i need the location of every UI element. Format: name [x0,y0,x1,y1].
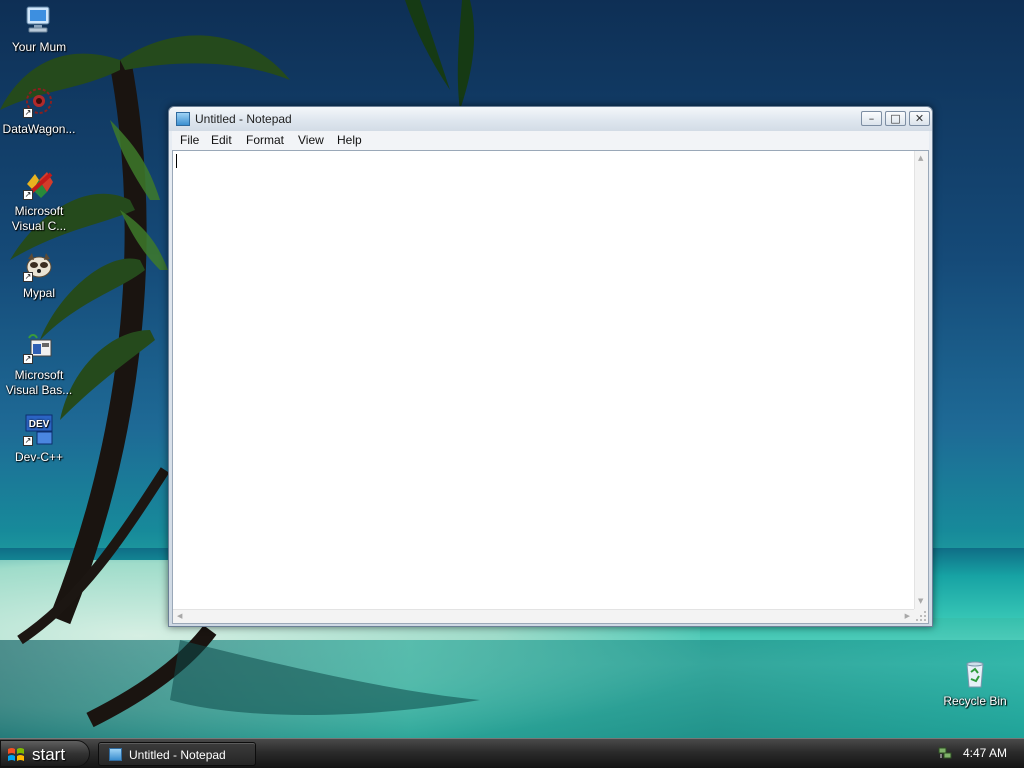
datawagon-icon: ↗ [23,86,55,118]
notepad-window[interactable]: Untitled - Notepad – □ ✕ File Edit Forma… [168,106,933,627]
scroll-left-icon[interactable]: ◀ [177,613,182,620]
taskbar-button-notepad[interactable]: Untitled - Notepad [98,742,256,766]
computer-icon [23,4,55,36]
desktop-icon-label: Microsoft Visual Bas... [5,368,73,397]
network-icon[interactable] [938,746,952,760]
maximize-button[interactable]: □ [885,111,906,126]
desktop-icon-label: DataWagon... [2,122,76,136]
desktop-icon-dev-cpp[interactable]: DEV ↗ Dev-C++ [0,414,78,465]
menu-file[interactable]: File [180,133,199,147]
mypal-icon: ↗ [23,250,55,282]
vertical-scrollbar[interactable]: ▲ ▼ [914,151,928,609]
clock[interactable]: 4:47 AM [963,746,1007,760]
desktop-icon-label: Microsoft Visual C... [11,204,67,233]
minimize-button[interactable]: – [861,111,882,126]
scroll-down-icon[interactable]: ▼ [918,598,923,605]
system-tray: 4:47 AM [930,739,1024,768]
desktop-icon-mypal[interactable]: ↗ Mypal [0,250,78,301]
visual-basic-icon: ↗ [23,332,55,364]
recycle-bin-icon [959,658,991,690]
desktop-icon-datawagon[interactable]: ↗ DataWagon... [0,86,78,137]
menu-format[interactable]: Format [246,133,284,147]
shortcut-arrow-icon: ↗ [23,436,33,446]
desktop-icon-visual-basic[interactable]: ↗ Microsoft Visual Bas... [0,332,78,398]
window-title: Untitled - Notepad [195,112,292,126]
text-caret [176,154,177,168]
dev-icon-text: DEV [29,419,50,430]
desktop-icon-visual-c[interactable]: ↗ Microsoft Visual C... [0,168,78,234]
scroll-up-icon[interactable]: ▲ [918,155,923,162]
start-button[interactable]: start [0,740,90,767]
notepad-icon [176,112,190,126]
shortcut-arrow-icon: ↗ [23,272,33,282]
windows-logo-icon [8,748,24,761]
notepad-icon [109,748,122,761]
menu-edit[interactable]: Edit [211,133,232,147]
dev-cpp-icon: DEV ↗ [23,414,55,446]
desktop-icon-label: Your Mum [11,40,67,54]
start-label: start [32,745,66,764]
close-button[interactable]: ✕ [909,111,930,126]
menu-bar: File Edit Format View Help [172,131,929,150]
shortcut-arrow-icon: ↗ [23,354,33,364]
visual-c-icon: ↗ [23,168,55,200]
desktop-icon-your-mum[interactable]: Your Mum [0,4,78,55]
scroll-right-icon[interactable]: ▶ [905,613,910,620]
menu-view[interactable]: View [298,133,324,147]
shortcut-arrow-icon: ↗ [23,108,33,118]
desktop-icon-label: Mypal [22,286,55,300]
text-editor-area[interactable]: ▲ ▼ ◀ ▶ [172,150,929,624]
horizontal-scrollbar[interactable]: ◀ ▶ [173,609,914,623]
menu-help[interactable]: Help [337,133,362,147]
resize-grip-icon[interactable] [914,609,928,623]
desktop-icon-label: Recycle Bin [943,694,1007,708]
title-bar[interactable]: Untitled - Notepad – □ ✕ [169,107,932,131]
taskbar-button-label: Untitled - Notepad [129,748,226,762]
desktop-icon-label: Dev-C++ [14,450,64,464]
taskbar: start Untitled - Notepad 4:47 AM [0,738,1024,768]
desktop-icon-recycle-bin[interactable]: Recycle Bin [936,658,1014,709]
shortcut-arrow-icon: ↗ [23,190,33,200]
